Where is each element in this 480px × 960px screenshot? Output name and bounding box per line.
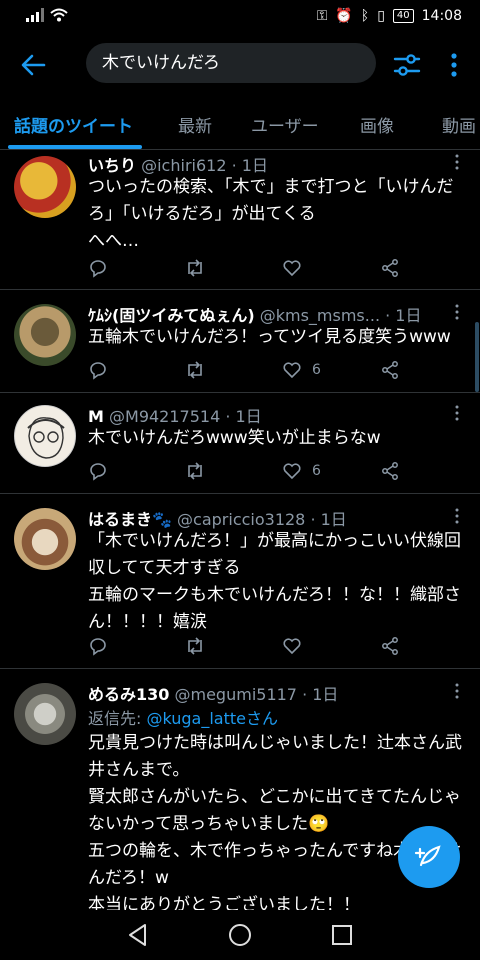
reply-icon[interactable] [88,636,108,656]
avatar[interactable] [14,508,76,570]
user-name[interactable]: いちり [88,156,136,175]
share-icon[interactable] [380,461,400,481]
system-nav-bar [0,910,480,960]
user-name[interactable]: はるまき🐾 [88,510,172,529]
tweet-text: 「木でいけんだろ！」が最高にかっこいい伏線回収してて天才すぎる 五輪のマークも木… [88,531,461,632]
tweet[interactable]: ｹﾑｼ(固ツイみてぬぇん) @kms_msms... · 1日 五輪木でいけんだ… [0,290,480,393]
share-icon[interactable] [380,360,400,380]
alarm-icon: ⏰ [335,8,353,24]
more-vert-icon[interactable] [454,405,460,421]
signal-icon [26,8,44,22]
reply-prefix: 返信先: [88,709,147,728]
wifi-icon [50,8,68,22]
tweet[interactable]: はるまき🐾 @capriccio3128 · 1日 「木でいけんだろ！」が最高に… [0,494,480,669]
tweet[interactable]: M @M94217514 · 1日 木でいけんだろwww笑いが止まらなw 6 [0,393,480,494]
user-name[interactable]: めるみ130 [88,685,169,704]
reply-icon[interactable] [88,258,108,278]
avatar[interactable] [14,304,76,366]
tweet[interactable]: いちり @ichiri612 · 1日 ついったの検索、「木で」まで打つと「いけ… [0,150,480,290]
nav-recents-icon[interactable] [329,922,355,948]
tab-latest[interactable]: 最新 [178,112,212,137]
nav-back-icon[interactable] [125,922,151,948]
tweet-actions [88,256,408,280]
battery-icon: 40 [392,9,414,23]
like-count: 6 [312,463,321,479]
avatar[interactable] [14,683,76,745]
reply-icon[interactable] [88,461,108,481]
nav-home-icon[interactable] [227,922,253,948]
tweet-text: 木でいけんだろwww笑いが止まらなw [88,428,381,448]
tweet-text: 五輪木でいけんだろ！ってツイ見る度笑うwww [88,327,451,347]
compose-icon [414,845,441,867]
like-icon[interactable] [282,360,302,380]
reply-to: 返信先: @kuga_latteさん [88,705,278,729]
compose-button[interactable] [398,826,460,888]
top-bar: 木でいけんだろ [0,34,480,98]
user-handle[interactable]: @megumi5117 [175,685,297,704]
more-vert-icon[interactable] [454,508,460,524]
tab-top[interactable]: 話題のツイート [14,112,133,137]
key-icon: ⚿ [316,8,328,24]
share-icon[interactable] [380,636,400,656]
tab-users[interactable]: ユーザー [251,112,319,137]
like-count: 6 [312,362,321,378]
like-icon[interactable] [282,461,302,481]
tweet-time: 1日 [312,685,339,704]
reply-icon[interactable] [88,360,108,380]
tab-videos[interactable]: 動画 [442,112,476,137]
like-icon[interactable] [282,636,302,656]
tweet-feed: いちり @ichiri612 · 1日 ついったの検索、「木で」まで打つと「いけ… [0,150,480,910]
like-icon[interactable] [282,258,302,278]
tweet-actions [88,634,408,658]
retweet-icon[interactable] [184,461,206,481]
more-vert-icon[interactable] [444,50,464,80]
filter-icon[interactable] [392,50,422,80]
avatar-drawing [27,417,65,459]
user-handle[interactable]: @ichiri612 [141,156,226,175]
status-bar: ⚿ ⏰ ᛒ ▯ 40 14:08 [0,0,480,34]
user-handle[interactable]: @kms_msms... [260,306,380,325]
vibrate-icon: ▯ [377,8,385,24]
user-name[interactable]: M [88,407,104,426]
avatar[interactable] [14,405,76,467]
search-tabs: 話題のツイート 最新 ユーザー 画像 動画 [0,98,480,150]
tab-images[interactable]: 画像 [360,112,394,137]
retweet-icon[interactable] [184,258,206,278]
tweet-time: 1日 [235,407,262,426]
tweet-text: ついったの検索、「木で」まで打つと「いけんだろ」「いけるだろ」が出てくる へへ… [88,177,454,251]
tweet-text: 兄貴見つけた時は叫んじゃいました！辻本さん武井さんまで。 賢太郎さんがいたら、ど… [88,733,462,910]
active-tab-indicator [8,145,142,149]
tweet-time: 1日 [241,156,268,175]
back-arrow-icon[interactable] [18,50,48,80]
reply-target-link[interactable]: @kuga_latteさん [146,709,278,728]
avatar[interactable] [14,156,76,218]
tweet-time: 1日 [320,510,347,529]
tweet-time: 1日 [395,306,422,325]
retweet-icon[interactable] [184,360,206,380]
search-input[interactable]: 木でいけんだろ [86,43,376,83]
user-handle[interactable]: @M94217514 [109,407,220,426]
clock: 14:08 [421,8,462,24]
user-name[interactable]: ｹﾑｼ(固ツイみてぬぇん) [88,306,255,325]
scrollbar[interactable] [475,322,479,392]
user-handle[interactable]: @capriccio3128 [177,510,305,529]
tweet-actions: 6 [88,358,408,382]
share-icon[interactable] [380,258,400,278]
retweet-icon[interactable] [184,636,206,656]
bluetooth-icon: ᛒ [360,8,370,24]
more-vert-icon[interactable] [454,304,460,320]
tweet-actions: 6 [88,459,408,483]
more-vert-icon[interactable] [454,683,460,699]
more-vert-icon[interactable] [454,154,460,170]
